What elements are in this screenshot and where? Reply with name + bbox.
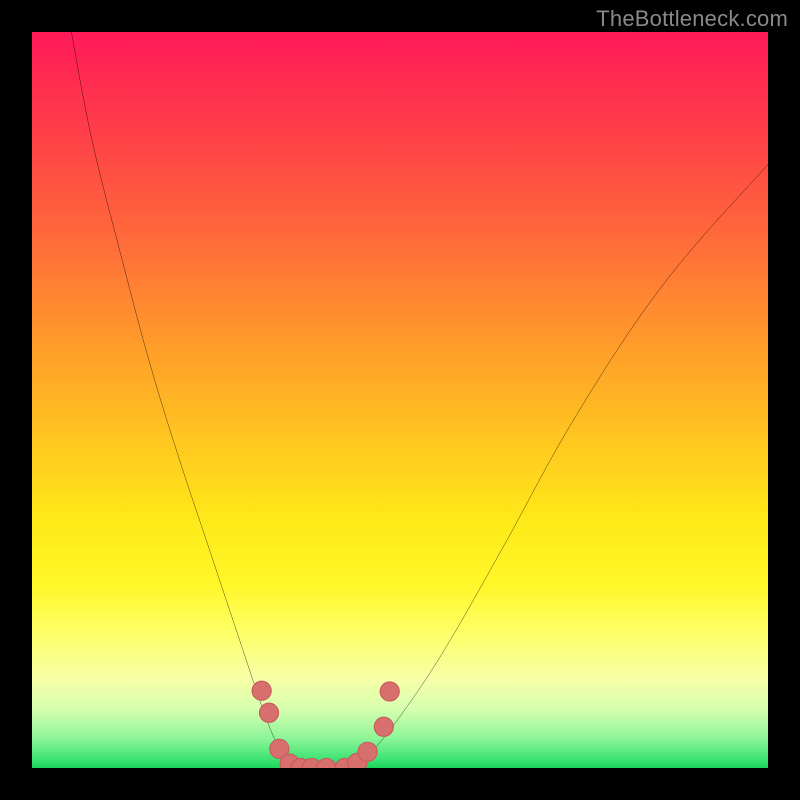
- data-marker: [252, 681, 271, 700]
- watermark-text: TheBottleneck.com: [596, 6, 788, 32]
- data-marker: [374, 717, 393, 736]
- bottleneck-curve: [32, 32, 768, 768]
- data-marker: [358, 742, 377, 761]
- curve-path: [69, 32, 768, 768]
- plot-area: [32, 32, 768, 768]
- chart-frame: TheBottleneck.com: [0, 0, 800, 800]
- data-marker: [380, 682, 399, 701]
- data-marker: [317, 758, 336, 768]
- marker-group: [252, 681, 399, 768]
- data-marker: [259, 703, 278, 722]
